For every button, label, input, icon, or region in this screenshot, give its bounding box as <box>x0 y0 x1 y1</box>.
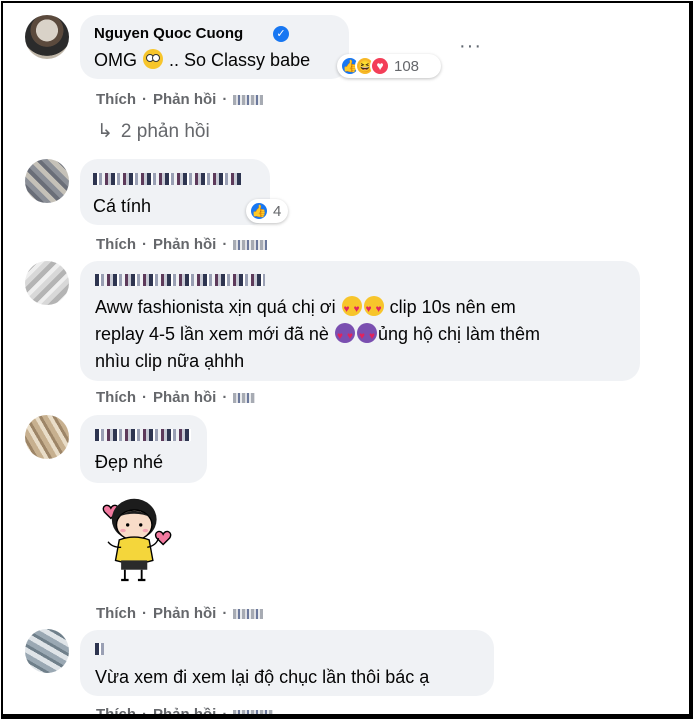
reply-link[interactable]: Phản hồi <box>153 91 216 108</box>
like-reaction-icon: 👍 <box>249 201 269 221</box>
heart-eyes-emoji-icon <box>341 296 362 324</box>
comment-text: Vừa xem đi xem lại độ chục lần thôi bác … <box>95 667 430 687</box>
reply-link[interactable]: Phản hồi <box>153 605 216 622</box>
comment-text-part: replay 4-5 lần xem mới đã nè <box>95 324 329 344</box>
timestamp-blurred <box>233 95 264 106</box>
replies-count-label: 2 phản hồi <box>120 121 210 142</box>
comment-text-part: .. So Classy babe <box>169 50 311 70</box>
comment-text-line: replay 4-5 lần xem mới đã nè ủng hộ chị … <box>95 320 541 351</box>
more-options-icon[interactable]: ··· <box>459 35 482 58</box>
like-link[interactable]: Thích <box>96 91 136 108</box>
comments-panel: Nguyen Quoc Cuong ✓ OMG .. So Classy bab… <box>1 1 693 719</box>
comment-author-blurred[interactable] <box>95 643 107 655</box>
avatar[interactable] <box>25 415 69 459</box>
avatar[interactable] <box>25 15 69 59</box>
reaction-summary[interactable]: 👍 😆 ♥ 108 <box>337 54 441 78</box>
smiling-purple-face-icon <box>356 323 377 351</box>
comment-author[interactable]: Nguyen Quoc Cuong <box>94 25 243 42</box>
verified-badge-icon: ✓ <box>273 26 289 42</box>
girl-heart-sticker <box>102 498 172 582</box>
comment-author-blurred[interactable] <box>95 429 191 441</box>
comment-actions: Thích · Phản hồi · <box>96 605 269 622</box>
like-link[interactable]: Thích <box>96 605 136 622</box>
comment-actions: Thích · Phản hồi · <box>96 389 261 406</box>
comment-actions: Thích · Phản hồi · <box>96 236 273 253</box>
love-reaction-icon: ♥ <box>370 56 390 76</box>
avatar[interactable] <box>25 261 69 305</box>
reply-link[interactable]: Phản hồi <box>153 236 216 253</box>
avatar[interactable] <box>25 629 69 673</box>
heart-eyes-emoji-icon <box>363 296 384 324</box>
timestamp-blurred <box>233 609 264 620</box>
smiling-purple-face-icon <box>334 323 355 351</box>
comment-text-line: Aww fashionista xịn quá chị ơi clip 10s … <box>95 293 516 324</box>
reaction-count: 108 <box>394 57 420 75</box>
timestamp-blurred <box>233 240 268 251</box>
comment-author-blurred[interactable] <box>93 173 241 185</box>
comment-text: Đẹp nhé <box>95 452 164 472</box>
timestamp-blurred <box>233 393 256 404</box>
reaction-count: 4 <box>273 202 282 220</box>
like-link[interactable]: Thích <box>96 706 136 714</box>
reaction-summary[interactable]: 👍 4 <box>246 199 288 223</box>
view-replies-link[interactable]: ↳ 2 phản hồi <box>97 120 210 143</box>
like-link[interactable]: Thích <box>96 236 136 253</box>
like-link[interactable]: Thích <box>96 389 136 406</box>
flushed-face-icon <box>143 49 164 69</box>
reply-arrow-icon: ↳ <box>97 121 113 142</box>
comment-actions: Thích · Phản hồi · <box>96 91 269 108</box>
comment-author-blurred[interactable] <box>95 274 265 286</box>
comment-text-part: Aww fashionista xịn quá chị ơi <box>95 297 336 317</box>
comment-text-line: nhìu clip nữa ạhhh <box>95 351 245 371</box>
avatar[interactable] <box>25 159 69 203</box>
comment-text: OMG .. So Classy babe <box>94 46 310 74</box>
comment-text-part: ủng hộ chị làm thêm <box>377 324 541 344</box>
comment-text-part: clip 10s nên em <box>389 297 516 317</box>
reply-link[interactable]: Phản hồi <box>153 706 216 714</box>
timestamp-blurred <box>233 710 274 714</box>
comment-actions: Thích · Phản hồi · <box>96 706 279 714</box>
comment-text-part: OMG <box>94 50 137 70</box>
comment-text: Cá tính <box>93 196 152 216</box>
reply-link[interactable]: Phản hồi <box>153 389 216 406</box>
